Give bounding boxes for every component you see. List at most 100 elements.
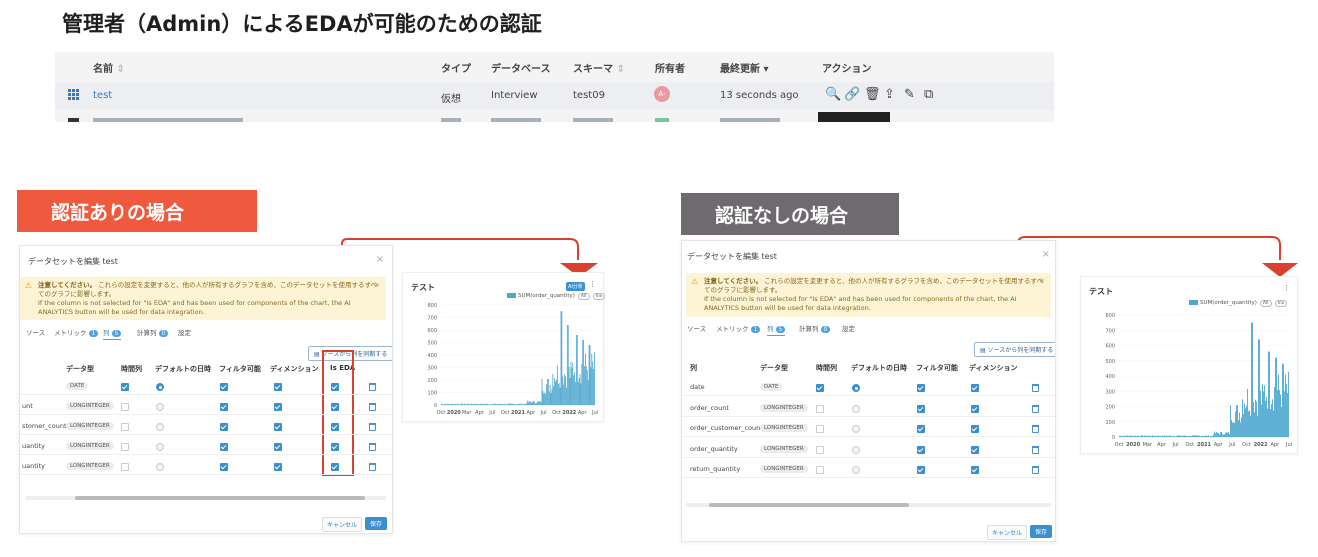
filterable-checkbox[interactable]: [220, 443, 228, 451]
notice-close-icon[interactable]: ×: [1040, 277, 1045, 286]
default-datetime-radio[interactable]: [156, 383, 164, 391]
col-header-schema[interactable]: スキーマ ⇕: [573, 60, 625, 75]
default-datetime-radio[interactable]: [156, 443, 164, 451]
default-datetime-radio[interactable]: [852, 445, 860, 454]
tab-metrics[interactable]: メトリック 1: [54, 327, 99, 337]
time-column-checkbox[interactable]: [816, 445, 824, 454]
tab-settings[interactable]: 設定: [178, 327, 191, 337]
menu-icon[interactable]: ⋮: [589, 280, 596, 288]
dimension-checkbox[interactable]: [274, 463, 282, 471]
delete-column-icon[interactable]: [1032, 425, 1039, 433]
export-icon[interactable]: ⇪: [884, 87, 895, 102]
delete-column-icon[interactable]: [369, 423, 376, 431]
default-datetime-radio[interactable]: [156, 463, 164, 471]
time-column-checkbox[interactable]: [121, 443, 129, 451]
tab-calculated-columns[interactable]: 計算列 0: [799, 323, 831, 333]
dimension-checkbox[interactable]: [274, 403, 282, 411]
delete-column-icon[interactable]: [369, 443, 376, 451]
table-row[interactable]: [682, 436, 1055, 437]
time-column-checkbox[interactable]: [816, 384, 824, 392]
legend-inv-pill[interactable]: Inv: [1274, 300, 1288, 307]
is-eda-checkbox[interactable]: [331, 443, 339, 451]
dimension-checkbox[interactable]: [274, 383, 282, 391]
time-column-checkbox[interactable]: [816, 404, 824, 413]
default-datetime-radio[interactable]: [852, 466, 860, 474]
close-icon[interactable]: ×: [1042, 249, 1050, 260]
delete-column-icon[interactable]: [369, 463, 376, 471]
time-column-checkbox[interactable]: [121, 423, 129, 431]
default-datetime-radio[interactable]: [852, 425, 860, 433]
tab-calculated-columns[interactable]: 計算列 0: [137, 327, 169, 337]
filterable-checkbox[interactable]: [220, 463, 228, 471]
dimension-checkbox[interactable]: [971, 425, 979, 433]
scrollbar-thumb[interactable]: [75, 496, 365, 500]
delete-column-icon[interactable]: [1032, 384, 1039, 392]
filterable-checkbox[interactable]: [917, 425, 925, 433]
tab-columns[interactable]: 列5: [103, 327, 122, 340]
time-column-checkbox[interactable]: [121, 403, 129, 411]
default-datetime-radio[interactable]: [156, 403, 164, 411]
time-column-checkbox[interactable]: [121, 383, 129, 391]
delete-column-icon[interactable]: [1032, 404, 1039, 413]
eda-auth-link-icon[interactable]: 🔗: [844, 87, 860, 102]
delete-icon[interactable]: 🗑: [864, 87, 881, 102]
save-button[interactable]: 保存: [1030, 525, 1053, 538]
save-button[interactable]: 保存: [365, 517, 388, 530]
col-header-last-updated[interactable]: 最終更新 ▾: [720, 60, 769, 75]
table-row[interactable]: [20, 474, 392, 475]
is-eda-checkbox[interactable]: [331, 423, 339, 431]
close-icon[interactable]: ×: [376, 254, 384, 265]
table-row[interactable]: [20, 414, 392, 415]
tab-metrics[interactable]: メトリック 1: [716, 323, 761, 333]
dimension-checkbox[interactable]: [971, 404, 979, 413]
filterable-checkbox[interactable]: [220, 423, 228, 431]
cancel-button[interactable]: キャンセル: [322, 517, 363, 532]
scrollbar-thumb[interactable]: [709, 503, 909, 507]
default-datetime-radio[interactable]: [156, 423, 164, 431]
filterable-checkbox[interactable]: [917, 445, 925, 454]
table-row[interactable]: [682, 456, 1055, 458]
tab-settings[interactable]: 設定: [842, 323, 855, 333]
ai-analytics-button[interactable]: AI分析: [566, 282, 585, 291]
table-row[interactable]: [20, 454, 392, 455]
filterable-checkbox[interactable]: [220, 403, 228, 411]
explore-icon[interactable]: 🔍: [825, 87, 841, 102]
delete-column-icon[interactable]: [1032, 466, 1039, 474]
default-datetime-radio[interactable]: [852, 384, 860, 392]
tab-source[interactable]: ソース: [687, 323, 706, 333]
is-eda-checkbox[interactable]: [331, 403, 339, 411]
dimension-checkbox[interactable]: [971, 384, 979, 392]
delete-column-icon[interactable]: [369, 383, 376, 391]
duplicate-icon[interactable]: ⧉: [924, 87, 933, 102]
default-datetime-radio[interactable]: [852, 404, 860, 413]
delete-column-icon[interactable]: [369, 403, 376, 411]
filterable-checkbox[interactable]: [917, 466, 925, 474]
table-row[interactable]: [20, 394, 392, 395]
filterable-checkbox[interactable]: [917, 404, 925, 413]
dimension-checkbox[interactable]: [971, 466, 979, 474]
is-eda-checkbox[interactable]: [331, 383, 339, 391]
tab-source[interactable]: ソース: [26, 327, 45, 337]
menu-icon[interactable]: ⋮: [1283, 284, 1290, 292]
table-row[interactable]: [682, 477, 1055, 478]
filterable-checkbox[interactable]: [917, 384, 925, 392]
legend-all-pill[interactable]: All: [1259, 300, 1272, 307]
table-row[interactable]: [682, 415, 1055, 417]
table-row[interactable]: [682, 395, 1055, 396]
is-eda-checkbox[interactable]: [331, 463, 339, 471]
dimension-checkbox[interactable]: [274, 443, 282, 451]
col-header-name[interactable]: 名前 ⇕: [93, 60, 125, 75]
cancel-button[interactable]: キャンセル: [987, 525, 1028, 540]
filterable-checkbox[interactable]: [220, 383, 228, 391]
time-column-checkbox[interactable]: [816, 425, 824, 433]
tab-columns[interactable]: 列5: [767, 323, 786, 336]
time-column-checkbox[interactable]: [121, 463, 129, 471]
dimension-checkbox[interactable]: [274, 423, 282, 431]
dimension-checkbox[interactable]: [971, 445, 979, 454]
table-row[interactable]: [20, 434, 392, 435]
dataset-name-link[interactable]: test: [93, 90, 112, 101]
edit-icon[interactable]: ✎: [904, 87, 915, 102]
sync-columns-button[interactable]: ▤ ソースから列を同期する: [974, 342, 1055, 357]
delete-column-icon[interactable]: [1032, 445, 1039, 454]
time-column-checkbox[interactable]: [816, 466, 824, 474]
